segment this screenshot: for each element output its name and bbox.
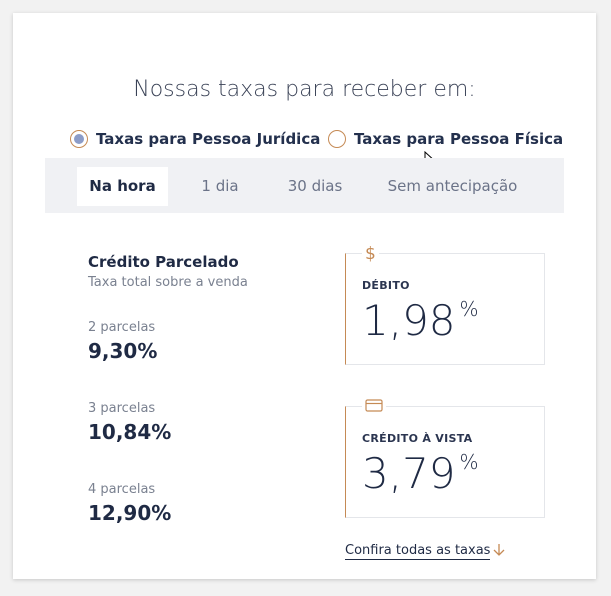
radio-selected-icon — [70, 130, 88, 148]
section-title: Crédito Parcelado — [88, 253, 239, 271]
radio-label: Taxas para Pessoa Física — [354, 130, 564, 148]
installment-item: 2 parcelas 9,30% — [88, 320, 157, 363]
tab-1-dia[interactable]: 1 dia — [190, 167, 250, 206]
anticipation-tabs: Na hora 1 dia 30 dias Sem antecipação — [45, 158, 564, 213]
radio-pessoa-fisica[interactable]: Taxas para Pessoa Física — [328, 130, 563, 148]
page-title: Nossas taxas para receber em: — [133, 77, 476, 102]
credit-installments-header: Crédito Parcelado Taxa total sobre a ven… — [88, 253, 248, 290]
arrow-down-icon — [493, 544, 505, 556]
installment-rate: 9,30% — [88, 339, 158, 363]
installment-item: 4 parcelas 12,90% — [88, 482, 171, 525]
radio-pessoa-juridica[interactable]: Taxas para Pessoa Jurídica — [70, 130, 320, 148]
installment-label: 4 parcelas — [88, 482, 156, 497]
debit-caption: DÉBITO — [362, 279, 410, 292]
see-all-rates-link[interactable]: Confira todas as taxas — [345, 543, 491, 560]
dollar-icon: $ — [362, 244, 379, 264]
radio-unselected-icon — [328, 130, 346, 148]
credit-cash-caption: CRÉDITO À VISTA — [362, 432, 473, 445]
rates-card: Nossas taxas para receber em: Taxas para… — [13, 13, 596, 579]
debit-rate-box: $ DÉBITO 1,98% — [345, 244, 545, 365]
debit-rate: 1,98% — [362, 296, 479, 345]
credit-cash-rate-box: CRÉDITO À VISTA 3,79% — [345, 397, 545, 518]
tab-na-hora[interactable]: Na hora — [77, 167, 168, 206]
tab-sem-antecipacao[interactable]: Sem antecipação — [380, 167, 525, 206]
installment-rate: 12,90% — [88, 501, 172, 525]
tab-30-dias[interactable]: 30 dias — [275, 167, 355, 206]
credit-cash-rate: 3,79% — [362, 449, 479, 498]
installment-item: 3 parcelas 10,84% — [88, 401, 171, 444]
credit-card-icon — [362, 397, 386, 416]
radio-label: Taxas para Pessoa Jurídica — [96, 130, 321, 148]
installment-rate: 10,84% — [88, 420, 172, 444]
section-subtitle: Taxa total sobre a venda — [88, 275, 248, 290]
person-type-radio-group: Taxas para Pessoa Jurídica Taxas para Pe… — [70, 130, 596, 154]
installment-label: 2 parcelas — [88, 320, 156, 335]
installment-label: 3 parcelas — [88, 401, 156, 416]
